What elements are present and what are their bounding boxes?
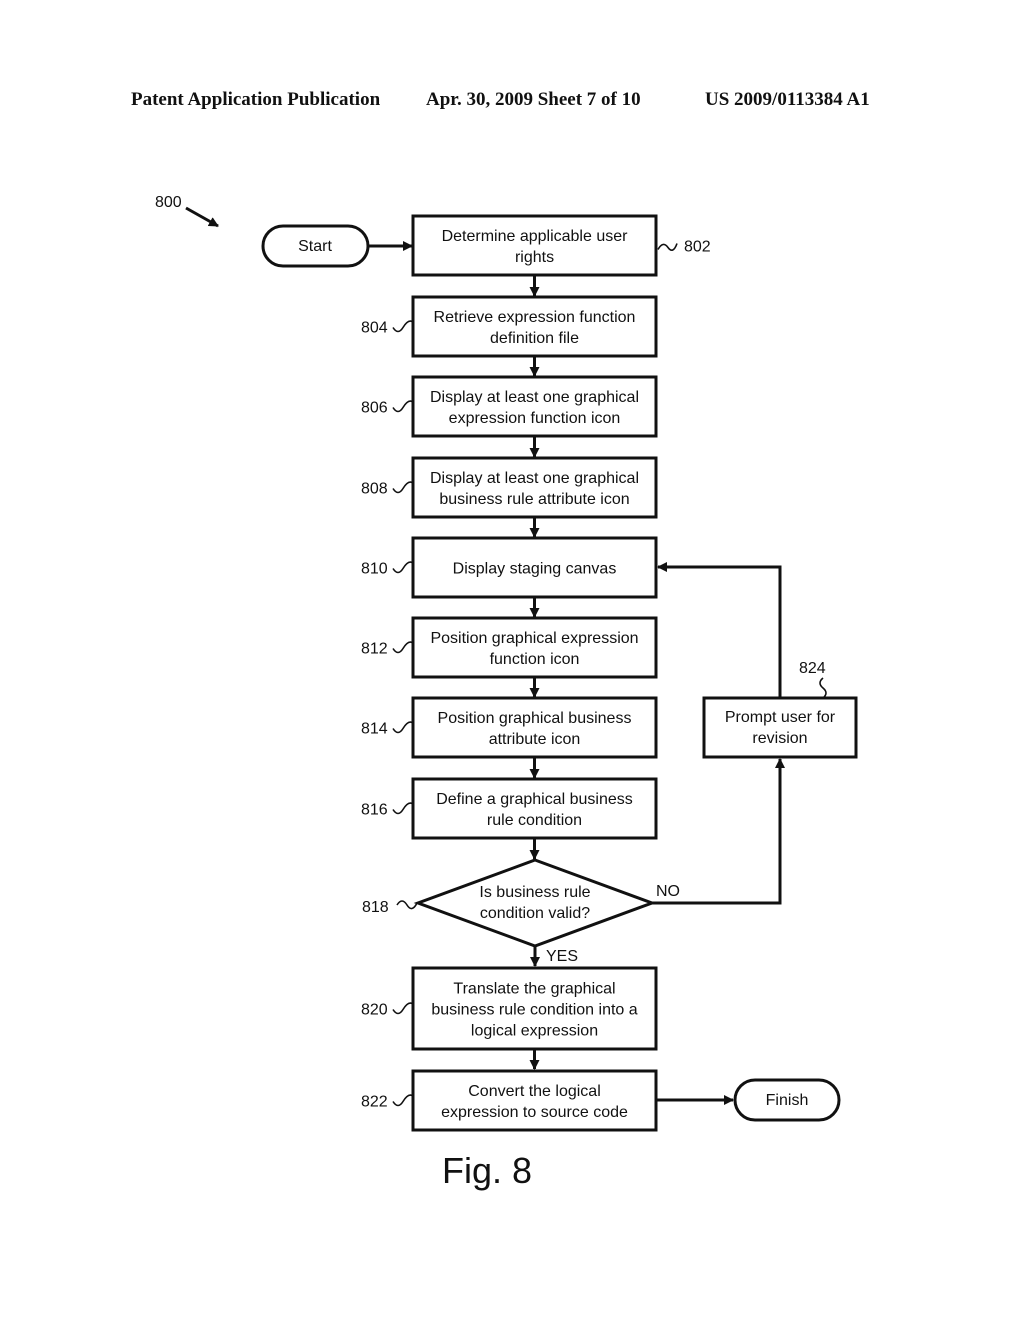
ref-814: 814	[361, 721, 388, 738]
decision-line-2: condition valid?	[480, 905, 590, 922]
yes-label: YES	[546, 948, 578, 965]
flowchart: 800 Start Determine applicable user right…	[155, 194, 858, 1191]
ref-820-leader	[392, 1002, 413, 1015]
ref-818: 818	[362, 899, 389, 916]
step-816-line-2: rule condition	[487, 812, 582, 829]
step-814-line-2: attribute icon	[489, 731, 581, 748]
step-802-line-1: Determine applicable user	[442, 228, 629, 245]
no-arrow	[652, 758, 785, 905]
figure-caption: Fig. 8	[442, 1150, 532, 1191]
ref-824: 824	[799, 660, 826, 677]
step-812-line-1: Position graphical expression	[430, 630, 638, 647]
step-816-box	[411, 777, 658, 840]
step-806-line-1: Display at least one graphical	[430, 389, 639, 406]
start-label: Start	[298, 238, 332, 255]
step-802-line-2: rights	[515, 249, 554, 266]
step-806-line-2: expression function icon	[449, 410, 621, 427]
ref-806: 806	[361, 400, 388, 417]
step-808-line-1: Display at least one graphical	[430, 470, 639, 487]
step-804-box	[411, 295, 658, 358]
step-824-line-1: Prompt user for	[725, 709, 836, 726]
ref-812: 812	[361, 641, 388, 658]
ref-824-leader	[819, 677, 827, 699]
figure-ref-800: 800	[155, 194, 182, 211]
step-814-line-1: Position graphical business	[438, 710, 632, 727]
step-820-line-1: Translate the graphical	[453, 981, 615, 998]
step-820-line-3: logical expression	[471, 1023, 598, 1040]
ref-806-leader	[392, 400, 413, 413]
decision-line-1: Is business rule	[479, 884, 590, 901]
ref-822-leader	[392, 1094, 413, 1107]
step-808-line-2: business rule attribute icon	[439, 491, 629, 508]
step-812-line-2: function icon	[490, 651, 580, 668]
ref-822: 822	[361, 1094, 388, 1111]
step-810-line-1: Display staging canvas	[453, 561, 617, 578]
step-808-box	[411, 456, 658, 519]
finish-label: Finish	[766, 1092, 809, 1109]
decision-818	[413, 858, 657, 948]
ref-810-leader	[392, 561, 413, 574]
step-802-box	[411, 214, 658, 277]
step-816-line-1: Define a graphical business	[436, 791, 633, 808]
step-822-line-1: Convert the logical	[468, 1083, 601, 1100]
figure-ref-arrow	[185, 206, 219, 228]
step-814-box	[411, 696, 658, 759]
step-804-line-1: Retrieve expression function	[434, 309, 636, 326]
ref-808: 808	[361, 481, 388, 498]
step-812-box	[411, 616, 658, 679]
revision-loop-arrow	[657, 562, 782, 698]
step-806-box	[411, 375, 658, 438]
ref-810: 810	[361, 561, 388, 578]
ref-816-leader	[392, 802, 413, 815]
ref-816: 816	[361, 802, 388, 819]
ref-802: 802	[684, 239, 711, 256]
ref-804: 804	[361, 320, 388, 337]
ref-812-leader	[392, 641, 413, 654]
step-820-line-2: business rule condition into a	[431, 1002, 637, 1019]
step-822-line-2: expression to source code	[441, 1104, 628, 1121]
ref-802-leader	[657, 243, 678, 252]
step-804-line-2: definition file	[490, 330, 579, 347]
step-824-line-2: revision	[752, 730, 807, 747]
step-824-box	[702, 696, 858, 759]
no-label: NO	[656, 883, 680, 900]
ref-820: 820	[361, 1002, 388, 1019]
ref-814-leader	[392, 721, 413, 734]
step-822-box	[411, 1069, 658, 1132]
ref-808-leader	[392, 481, 413, 494]
ref-804-leader	[392, 320, 413, 333]
ref-818-leader	[396, 900, 418, 910]
